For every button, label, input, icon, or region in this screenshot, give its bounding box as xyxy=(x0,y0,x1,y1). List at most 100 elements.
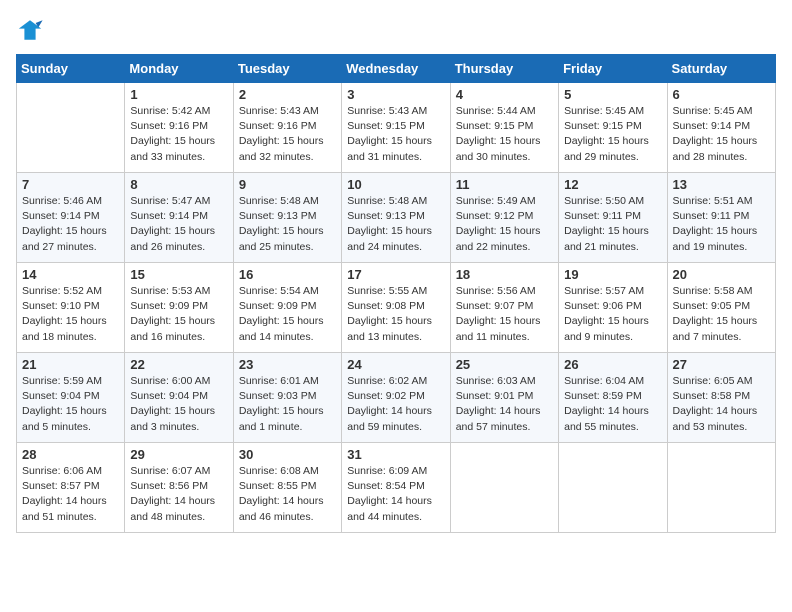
calendar-cell: 18 Sunrise: 5:56 AM Sunset: 9:07 PM Dayli… xyxy=(450,263,558,353)
calendar-cell: 9 Sunrise: 5:48 AM Sunset: 9:13 PM Daylig… xyxy=(233,173,341,263)
day-info: Sunrise: 6:06 AM Sunset: 8:57 PM Dayligh… xyxy=(22,464,119,525)
day-number: 27 xyxy=(673,357,770,372)
day-info: Sunrise: 5:51 AM Sunset: 9:11 PM Dayligh… xyxy=(673,194,770,255)
day-number: 20 xyxy=(673,267,770,282)
calendar-cell: 19Sunrise: 5:57 AM Sunset: 9:06 PM Dayli… xyxy=(559,263,667,353)
day-of-week-header: Tuesday xyxy=(233,55,341,83)
day-info: Sunrise: 5:56 AM Sunset: 9:07 PM Dayligh… xyxy=(456,284,553,345)
calendar-cell: 16 Sunrise: 5:54 AM Sunset: 9:09 PM Dayli… xyxy=(233,263,341,353)
day-of-week-header: Thursday xyxy=(450,55,558,83)
calendar-week-row: 1Sunrise: 5:42 AM Sunset: 9:16 PM Daylig… xyxy=(17,83,776,173)
calendar-cell: 20 Sunrise: 5:58 AM Sunset: 9:05 PM Dayli… xyxy=(667,263,775,353)
calendar-cell: 17 Sunrise: 5:55 AM Sunset: 9:08 PM Dayli… xyxy=(342,263,450,353)
calendar-cell: 13 Sunrise: 5:51 AM Sunset: 9:11 PM Dayli… xyxy=(667,173,775,263)
day-info: Sunrise: 6:09 AM Sunset: 8:54 PM Dayligh… xyxy=(347,464,444,525)
calendar-cell: 31 Sunrise: 6:09 AM Sunset: 8:54 PM Dayli… xyxy=(342,443,450,533)
day-number: 5 xyxy=(564,87,661,102)
day-info: Sunrise: 5:58 AM Sunset: 9:05 PM Dayligh… xyxy=(673,284,770,345)
day-number: 26 xyxy=(564,357,661,372)
day-info: Sunrise: 5:47 AM Sunset: 9:14 PM Dayligh… xyxy=(130,194,227,255)
day-info: Sunrise: 6:02 AM Sunset: 9:02 PM Dayligh… xyxy=(347,374,444,435)
day-info: Sunrise: 6:05 AM Sunset: 8:58 PM Dayligh… xyxy=(673,374,770,435)
day-number: 12 xyxy=(564,177,661,192)
day-number: 11 xyxy=(456,177,553,192)
day-info: Sunrise: 5:53 AM Sunset: 9:09 PM Dayligh… xyxy=(130,284,227,345)
calendar-cell: 14 Sunrise: 5:52 AM Sunset: 9:10 PM Dayli… xyxy=(17,263,125,353)
calendar-cell xyxy=(559,443,667,533)
day-number: 2 xyxy=(239,87,336,102)
calendar-cell: 27 Sunrise: 6:05 AM Sunset: 8:58 PM Dayli… xyxy=(667,353,775,443)
day-info: Sunrise: 5:46 AM Sunset: 9:14 PM Dayligh… xyxy=(22,194,119,255)
day-number: 14 xyxy=(22,267,119,282)
calendar-cell: 4Sunrise: 5:44 AM Sunset: 9:15 PM Daylig… xyxy=(450,83,558,173)
logo-icon xyxy=(16,16,44,44)
calendar-cell: 8 Sunrise: 5:47 AM Sunset: 9:14 PM Daylig… xyxy=(125,173,233,263)
day-info: Sunrise: 6:00 AM Sunset: 9:04 PM Dayligh… xyxy=(130,374,227,435)
day-number: 21 xyxy=(22,357,119,372)
day-number: 15 xyxy=(130,267,227,282)
day-number: 23 xyxy=(239,357,336,372)
calendar-cell: 24 Sunrise: 6:02 AM Sunset: 9:02 PM Dayli… xyxy=(342,353,450,443)
day-info: Sunrise: 5:59 AM Sunset: 9:04 PM Dayligh… xyxy=(22,374,119,435)
calendar-cell: 11 Sunrise: 5:49 AM Sunset: 9:12 PM Dayli… xyxy=(450,173,558,263)
day-of-week-header: Monday xyxy=(125,55,233,83)
day-number: 3 xyxy=(347,87,444,102)
day-info: Sunrise: 5:45 AM Sunset: 9:14 PM Dayligh… xyxy=(673,104,770,165)
day-number: 25 xyxy=(456,357,553,372)
day-number: 17 xyxy=(347,267,444,282)
day-number: 16 xyxy=(239,267,336,282)
calendar-cell: 1Sunrise: 5:42 AM Sunset: 9:16 PM Daylig… xyxy=(125,83,233,173)
calendar-week-row: 28 Sunrise: 6:06 AM Sunset: 8:57 PM Dayli… xyxy=(17,443,776,533)
calendar-cell xyxy=(450,443,558,533)
day-number: 1 xyxy=(130,87,227,102)
day-info: Sunrise: 5:50 AM Sunset: 9:11 PM Dayligh… xyxy=(564,194,661,255)
day-of-week-header: Sunday xyxy=(17,55,125,83)
day-number: 8 xyxy=(130,177,227,192)
day-number: 6 xyxy=(673,87,770,102)
calendar-week-row: 21 Sunrise: 5:59 AM Sunset: 9:04 PM Dayli… xyxy=(17,353,776,443)
calendar-header: SundayMondayTuesdayWednesdayThursdayFrid… xyxy=(17,55,776,83)
day-of-week-header: Wednesday xyxy=(342,55,450,83)
day-info: Sunrise: 5:48 AM Sunset: 9:13 PM Dayligh… xyxy=(239,194,336,255)
day-info: Sunrise: 5:55 AM Sunset: 9:08 PM Dayligh… xyxy=(347,284,444,345)
calendar-cell: 30Sunrise: 6:08 AM Sunset: 8:55 PM Dayli… xyxy=(233,443,341,533)
day-number: 7 xyxy=(22,177,119,192)
day-info: Sunrise: 5:54 AM Sunset: 9:09 PM Dayligh… xyxy=(239,284,336,345)
day-info: Sunrise: 6:03 AM Sunset: 9:01 PM Dayligh… xyxy=(456,374,553,435)
day-number: 29 xyxy=(130,447,227,462)
calendar-cell: 2 Sunrise: 5:43 AM Sunset: 9:16 PM Daylig… xyxy=(233,83,341,173)
day-number: 31 xyxy=(347,447,444,462)
calendar-week-row: 14 Sunrise: 5:52 AM Sunset: 9:10 PM Dayli… xyxy=(17,263,776,353)
day-number: 22 xyxy=(130,357,227,372)
calendar-cell: 3Sunrise: 5:43 AM Sunset: 9:15 PM Daylig… xyxy=(342,83,450,173)
day-number: 24 xyxy=(347,357,444,372)
calendar-cell: 7 Sunrise: 5:46 AM Sunset: 9:14 PM Daylig… xyxy=(17,173,125,263)
day-info: Sunrise: 6:07 AM Sunset: 8:56 PM Dayligh… xyxy=(130,464,227,525)
calendar-week-row: 7 Sunrise: 5:46 AM Sunset: 9:14 PM Daylig… xyxy=(17,173,776,263)
day-number: 28 xyxy=(22,447,119,462)
day-info: Sunrise: 6:08 AM Sunset: 8:55 PM Dayligh… xyxy=(239,464,336,525)
calendar-table: SundayMondayTuesdayWednesdayThursdayFrid… xyxy=(16,54,776,533)
day-number: 19 xyxy=(564,267,661,282)
calendar-cell: 29 Sunrise: 6:07 AM Sunset: 8:56 PM Dayli… xyxy=(125,443,233,533)
calendar-cell: 10Sunrise: 5:48 AM Sunset: 9:13 PM Dayli… xyxy=(342,173,450,263)
day-number: 4 xyxy=(456,87,553,102)
calendar-cell: 23Sunrise: 6:01 AM Sunset: 9:03 PM Dayli… xyxy=(233,353,341,443)
day-info: Sunrise: 5:52 AM Sunset: 9:10 PM Dayligh… xyxy=(22,284,119,345)
calendar-cell: 25 Sunrise: 6:03 AM Sunset: 9:01 PM Dayli… xyxy=(450,353,558,443)
calendar-cell: 22 Sunrise: 6:00 AM Sunset: 9:04 PM Dayli… xyxy=(125,353,233,443)
day-info: Sunrise: 5:48 AM Sunset: 9:13 PM Dayligh… xyxy=(347,194,444,255)
day-number: 9 xyxy=(239,177,336,192)
day-info: Sunrise: 5:49 AM Sunset: 9:12 PM Dayligh… xyxy=(456,194,553,255)
logo xyxy=(16,16,48,44)
day-number: 18 xyxy=(456,267,553,282)
calendar-cell: 15 Sunrise: 5:53 AM Sunset: 9:09 PM Dayli… xyxy=(125,263,233,353)
day-info: Sunrise: 5:43 AM Sunset: 9:16 PM Dayligh… xyxy=(239,104,336,165)
day-info: Sunrise: 5:45 AM Sunset: 9:15 PM Dayligh… xyxy=(564,104,661,165)
page-header xyxy=(16,16,776,44)
calendar-cell: 6 Sunrise: 5:45 AM Sunset: 9:14 PM Daylig… xyxy=(667,83,775,173)
calendar-cell xyxy=(667,443,775,533)
calendar-cell: 26Sunrise: 6:04 AM Sunset: 8:59 PM Dayli… xyxy=(559,353,667,443)
calendar-body: 1Sunrise: 5:42 AM Sunset: 9:16 PM Daylig… xyxy=(17,83,776,533)
day-number: 13 xyxy=(673,177,770,192)
